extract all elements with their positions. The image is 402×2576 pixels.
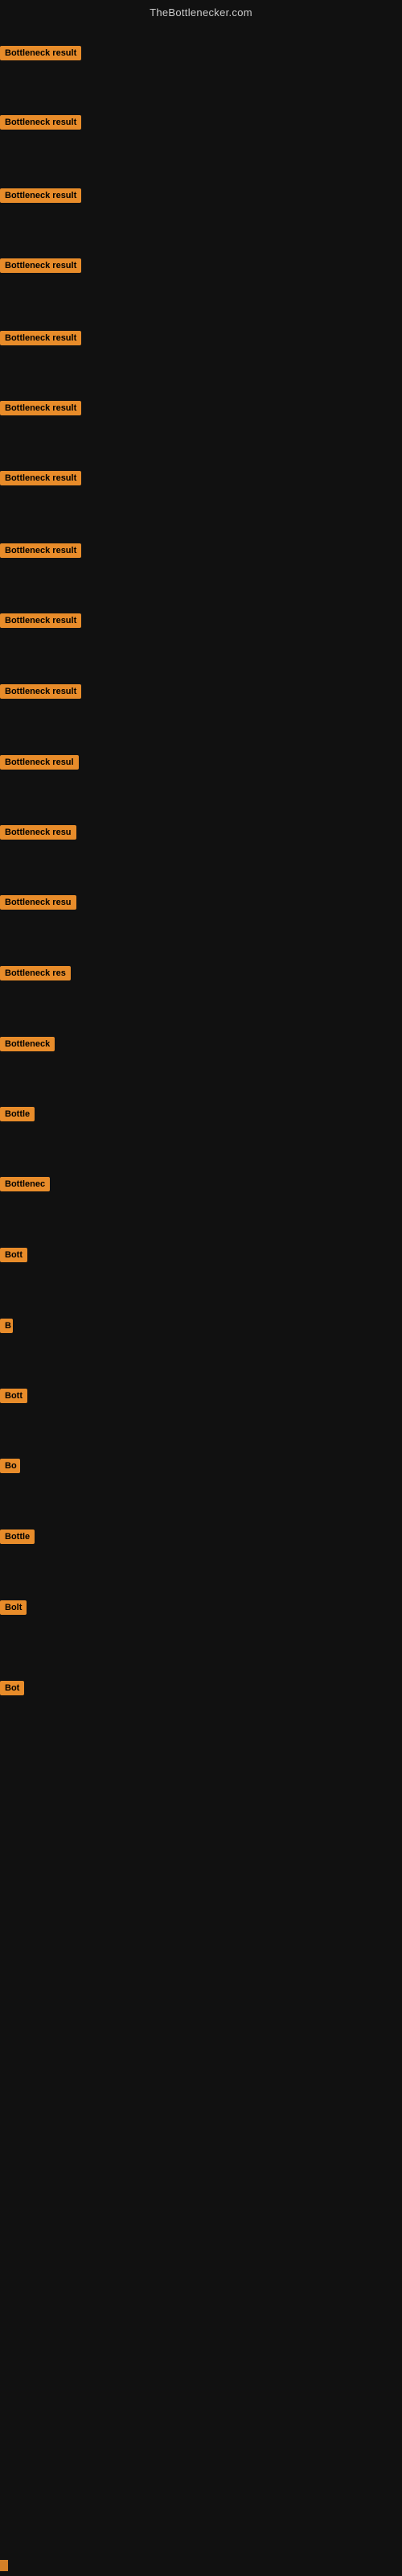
bottleneck-badge-row: Bottleneck resu — [0, 825, 76, 844]
bottleneck-badge-row: Bottleneck result — [0, 331, 81, 349]
bottleneck-badge-row: Bottleneck result — [0, 258, 81, 277]
bottleneck-badge-row: Bottleneck res — [0, 966, 71, 985]
bottleneck-badge-row: Bottleneck result — [0, 401, 81, 419]
bottleneck-result-badge[interactable]: Bottleneck result — [0, 471, 81, 485]
bottleneck-badge-row: Bottleneck result — [0, 115, 81, 134]
bottleneck-badge-row: Bottleneck result — [0, 543, 81, 562]
bottleneck-result-badge[interactable]: Bottleneck result — [0, 115, 81, 130]
bottleneck-result-badge[interactable]: Bottleneck result — [0, 46, 81, 60]
bottleneck-badge-row: Bottlenec — [0, 1177, 50, 1195]
bottleneck-badge-row: B — [0, 1319, 13, 1337]
bottleneck-badge-row: Bottleneck result — [0, 46, 81, 64]
bottleneck-badge-row: Bott — [0, 1248, 27, 1266]
bottleneck-result-badge[interactable]: Bott — [0, 1248, 27, 1262]
cursor — [0, 2560, 8, 2571]
bottleneck-badge-row: Bottleneck resul — [0, 755, 79, 774]
bottleneck-result-badge[interactable]: Bottle — [0, 1107, 35, 1121]
bottleneck-result-badge[interactable]: Bottlenec — [0, 1177, 50, 1191]
bottleneck-badge-row: Bottleneck — [0, 1037, 55, 1055]
bottleneck-result-badge[interactable]: B — [0, 1319, 13, 1333]
bottleneck-result-badge[interactable]: Bottleneck result — [0, 613, 81, 628]
bottleneck-result-badge[interactable]: Bottleneck res — [0, 966, 71, 980]
bottleneck-badge-row: Bo — [0, 1459, 20, 1477]
bottleneck-badge-row: Bottle — [0, 1107, 35, 1125]
bottleneck-result-badge[interactable]: Bottleneck result — [0, 401, 81, 415]
bottleneck-result-badge[interactable]: Bottle — [0, 1530, 35, 1544]
bottleneck-result-badge[interactable]: Bottleneck result — [0, 684, 81, 699]
bottleneck-badge-row: Bottleneck result — [0, 188, 81, 207]
bottleneck-result-badge[interactable]: Bottleneck result — [0, 188, 81, 203]
bottleneck-badge-row: Bot — [0, 1681, 24, 1699]
bottleneck-badge-row: Bolt — [0, 1600, 27, 1619]
bottleneck-result-badge[interactable]: Bottleneck result — [0, 258, 81, 273]
bottleneck-badge-row: Bott — [0, 1389, 27, 1407]
bottleneck-badge-row: Bottleneck resu — [0, 895, 76, 914]
bottleneck-result-badge[interactable]: Bottleneck resu — [0, 895, 76, 910]
bottleneck-badge-row: Bottleneck result — [0, 471, 81, 489]
bottleneck-result-badge[interactable]: Bo — [0, 1459, 20, 1473]
bottleneck-badge-row: Bottleneck result — [0, 613, 81, 632]
bottleneck-result-badge[interactable]: Bolt — [0, 1600, 27, 1615]
bottleneck-result-badge[interactable]: Bott — [0, 1389, 27, 1403]
bottleneck-result-badge[interactable]: Bottleneck — [0, 1037, 55, 1051]
bottleneck-result-badge[interactable]: Bottleneck result — [0, 543, 81, 558]
bottleneck-result-badge[interactable]: Bottleneck resul — [0, 755, 79, 770]
bottleneck-badge-row: Bottle — [0, 1530, 35, 1548]
bottleneck-result-badge[interactable]: Bottleneck resu — [0, 825, 76, 840]
bottleneck-result-badge[interactable]: Bot — [0, 1681, 24, 1695]
site-title: TheBottlenecker.com — [0, 0, 402, 22]
bottleneck-result-badge[interactable]: Bottleneck result — [0, 331, 81, 345]
bottleneck-badge-row: Bottleneck result — [0, 684, 81, 703]
